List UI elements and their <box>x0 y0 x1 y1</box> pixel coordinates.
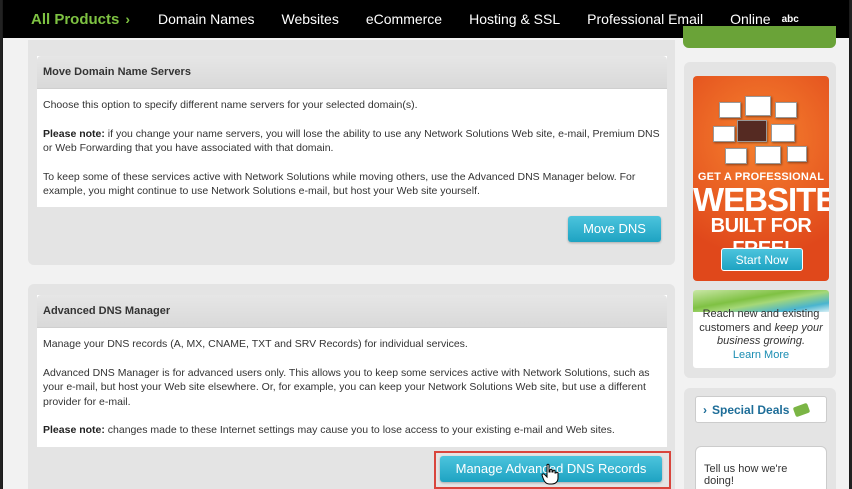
advanced-dns-card: Advanced DNS Manager Manage your DNS rec… <box>37 295 667 447</box>
move-dns-note: Please note: if you change your name ser… <box>43 127 661 156</box>
advanced-dns-note: Please note: changes made to these Inter… <box>43 423 661 438</box>
advanced-dns-intro: Manage your DNS records (A, MX, CNAME, T… <box>43 338 468 350</box>
special-deals-label: Special Deals <box>712 402 790 417</box>
nav-ecommerce[interactable]: eCommerce <box>366 11 442 27</box>
move-dns-extra: To keep some of these services active wi… <box>43 170 636 198</box>
move-dns-note-label: Please note: <box>43 127 105 140</box>
advanced-dns-note-label: Please note: <box>43 424 105 436</box>
hand-cursor-icon <box>541 463 559 485</box>
special-deals-button[interactable]: › Special Deals <box>695 396 827 423</box>
nav-professional-email[interactable]: Professional Email <box>587 11 703 27</box>
reach-line3-text: business growing. <box>716 335 806 347</box>
price-tag-icon <box>793 402 811 417</box>
feedback-text: Tell us how we're doing! <box>704 463 788 487</box>
nav-hosting-ssl[interactable]: Hosting & SSL <box>469 11 560 27</box>
advanced-dns-title: Advanced DNS Manager <box>37 295 667 328</box>
move-dns-button[interactable]: Move DNS <box>568 216 661 242</box>
advanced-dns-detail: Advanced DNS Manager is for advanced use… <box>43 366 650 408</box>
website-ad-banner[interactable]: GET A PROFESSIONAL WEBSITE BUILT FOR FRE… <box>693 76 829 281</box>
ad-line2: WEBSITE <box>693 181 829 218</box>
nav-domain-names[interactable]: Domain Names <box>158 11 254 27</box>
chevron-right-icon: › <box>703 402 707 417</box>
reach-line3: business growing. <box>696 335 826 349</box>
move-dns-title: Move Domain Name Servers <box>37 56 667 89</box>
learn-more-link[interactable]: Learn More <box>696 349 826 363</box>
move-dns-card: Move Domain Name Servers Choose this opt… <box>37 56 667 207</box>
move-dns-intro: Choose this option to specify different … <box>43 99 418 111</box>
nav-all-products[interactable]: All Products › <box>3 11 158 28</box>
reach-line2a: customers and <box>699 321 775 334</box>
start-now-button[interactable]: Start Now <box>721 248 803 271</box>
reach-line1: Reach new and existing <box>702 308 820 320</box>
nav-all-products-label: All Products <box>31 10 120 28</box>
ad-screens-illustration <box>711 90 811 170</box>
advanced-dns-body: Manage your DNS records (A, MX, CNAME, T… <box>37 328 667 461</box>
reach-customers-ad[interactable]: Reach new and existing customers and kee… <box>693 290 829 368</box>
nav-websites[interactable]: Websites <box>282 11 339 27</box>
feedback-box[interactable]: Tell us how we're doing! <box>695 446 827 489</box>
reach-text: Reach new and existing customers and kee… <box>693 308 829 362</box>
nav-online[interactable]: Online <box>730 11 770 27</box>
move-dns-note-text: if you change your name servers, you wil… <box>43 127 660 155</box>
sidebar-green-tab <box>683 26 836 48</box>
chevron-right-icon: › <box>125 11 131 27</box>
move-dns-body: Choose this option to specify different … <box>37 89 667 222</box>
advanced-dns-note-text: changes made to these Internet settings … <box>104 424 615 436</box>
reach-line2b: keep your <box>774 321 823 334</box>
nav-abc-badge: abc <box>781 13 799 25</box>
page-frame: All Products › Domain Names Websites eCo… <box>2 0 850 489</box>
reach-line2: customers and keep your <box>696 322 826 336</box>
